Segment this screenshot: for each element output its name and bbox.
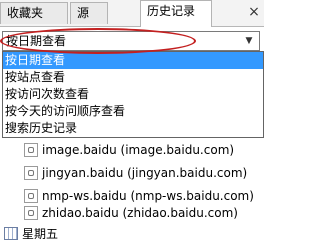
page-icon: [24, 205, 38, 220]
day-group-friday[interactable]: 星期五: [0, 224, 268, 244]
tab-bar: 收藏夹 源 历史记录 ×: [0, 0, 264, 27]
history-item-label: jingyan.baidu (jingyan.baidu.com): [42, 166, 248, 180]
history-item[interactable]: jingyan.baidu (jingyan.baidu.com): [24, 163, 247, 183]
dropdown-option-by-site[interactable]: 按站点查看: [3, 69, 263, 86]
history-item-label: image.baidu (image.baidu.com): [42, 143, 235, 157]
history-item-label: nmp-ws.baidu (nmp-ws.baidu.com): [42, 189, 254, 203]
chevron-down-icon[interactable]: ▼: [241, 33, 257, 49]
view-select[interactable]: 按日期查看 ▼: [2, 31, 260, 51]
page-icon: [24, 142, 38, 157]
tab-label: 收藏夹: [7, 6, 44, 20]
page-icon: [24, 188, 38, 203]
dropdown-option-search-history[interactable]: 搜索历史记录: [3, 120, 263, 137]
history-item[interactable]: image.baidu (image.baidu.com): [24, 140, 234, 160]
day-group-label: 星期五: [22, 227, 59, 241]
dropdown-option-by-visit-count[interactable]: 按访问次数查看: [3, 86, 263, 103]
calendar-icon: [4, 227, 18, 240]
view-select-value: 按日期查看: [6, 34, 67, 48]
history-item[interactable]: zhidao.baidu (zhidao.baidu.com): [24, 203, 238, 223]
tab-history[interactable]: 历史记录: [140, 0, 212, 27]
dropdown-option-by-today-order[interactable]: 按今天的访问顺序查看: [3, 103, 263, 120]
tab-feeds[interactable]: 源: [70, 2, 108, 24]
view-select-dropdown: 按日期查看 按站点查看 按访问次数查看 按今天的访问顺序查看 搜索历史记录: [2, 51, 264, 138]
dropdown-option-by-date[interactable]: 按日期查看: [3, 52, 263, 69]
tab-favorites[interactable]: 收藏夹: [0, 2, 68, 24]
history-item-label: zhidao.baidu (zhidao.baidu.com): [42, 206, 238, 220]
page-icon: [24, 165, 38, 180]
tab-label: 历史记录: [147, 4, 196, 18]
tab-label: 源: [77, 6, 90, 20]
close-icon[interactable]: ×: [246, 3, 262, 21]
